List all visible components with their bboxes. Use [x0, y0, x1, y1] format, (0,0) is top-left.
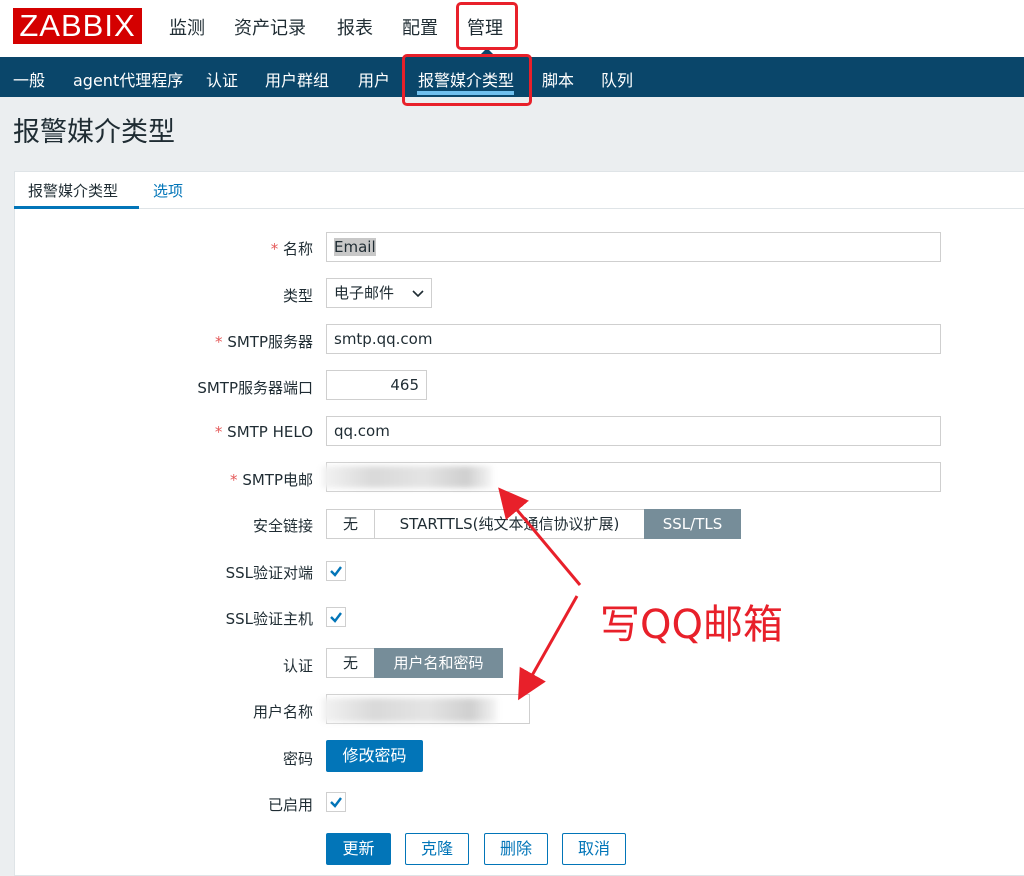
arrow-to-email: [498, 487, 582, 586]
annotation-text: 写QQ邮箱: [600, 602, 783, 648]
arrow-to-username: [518, 595, 579, 701]
annotation-arrows: [498, 487, 582, 701]
